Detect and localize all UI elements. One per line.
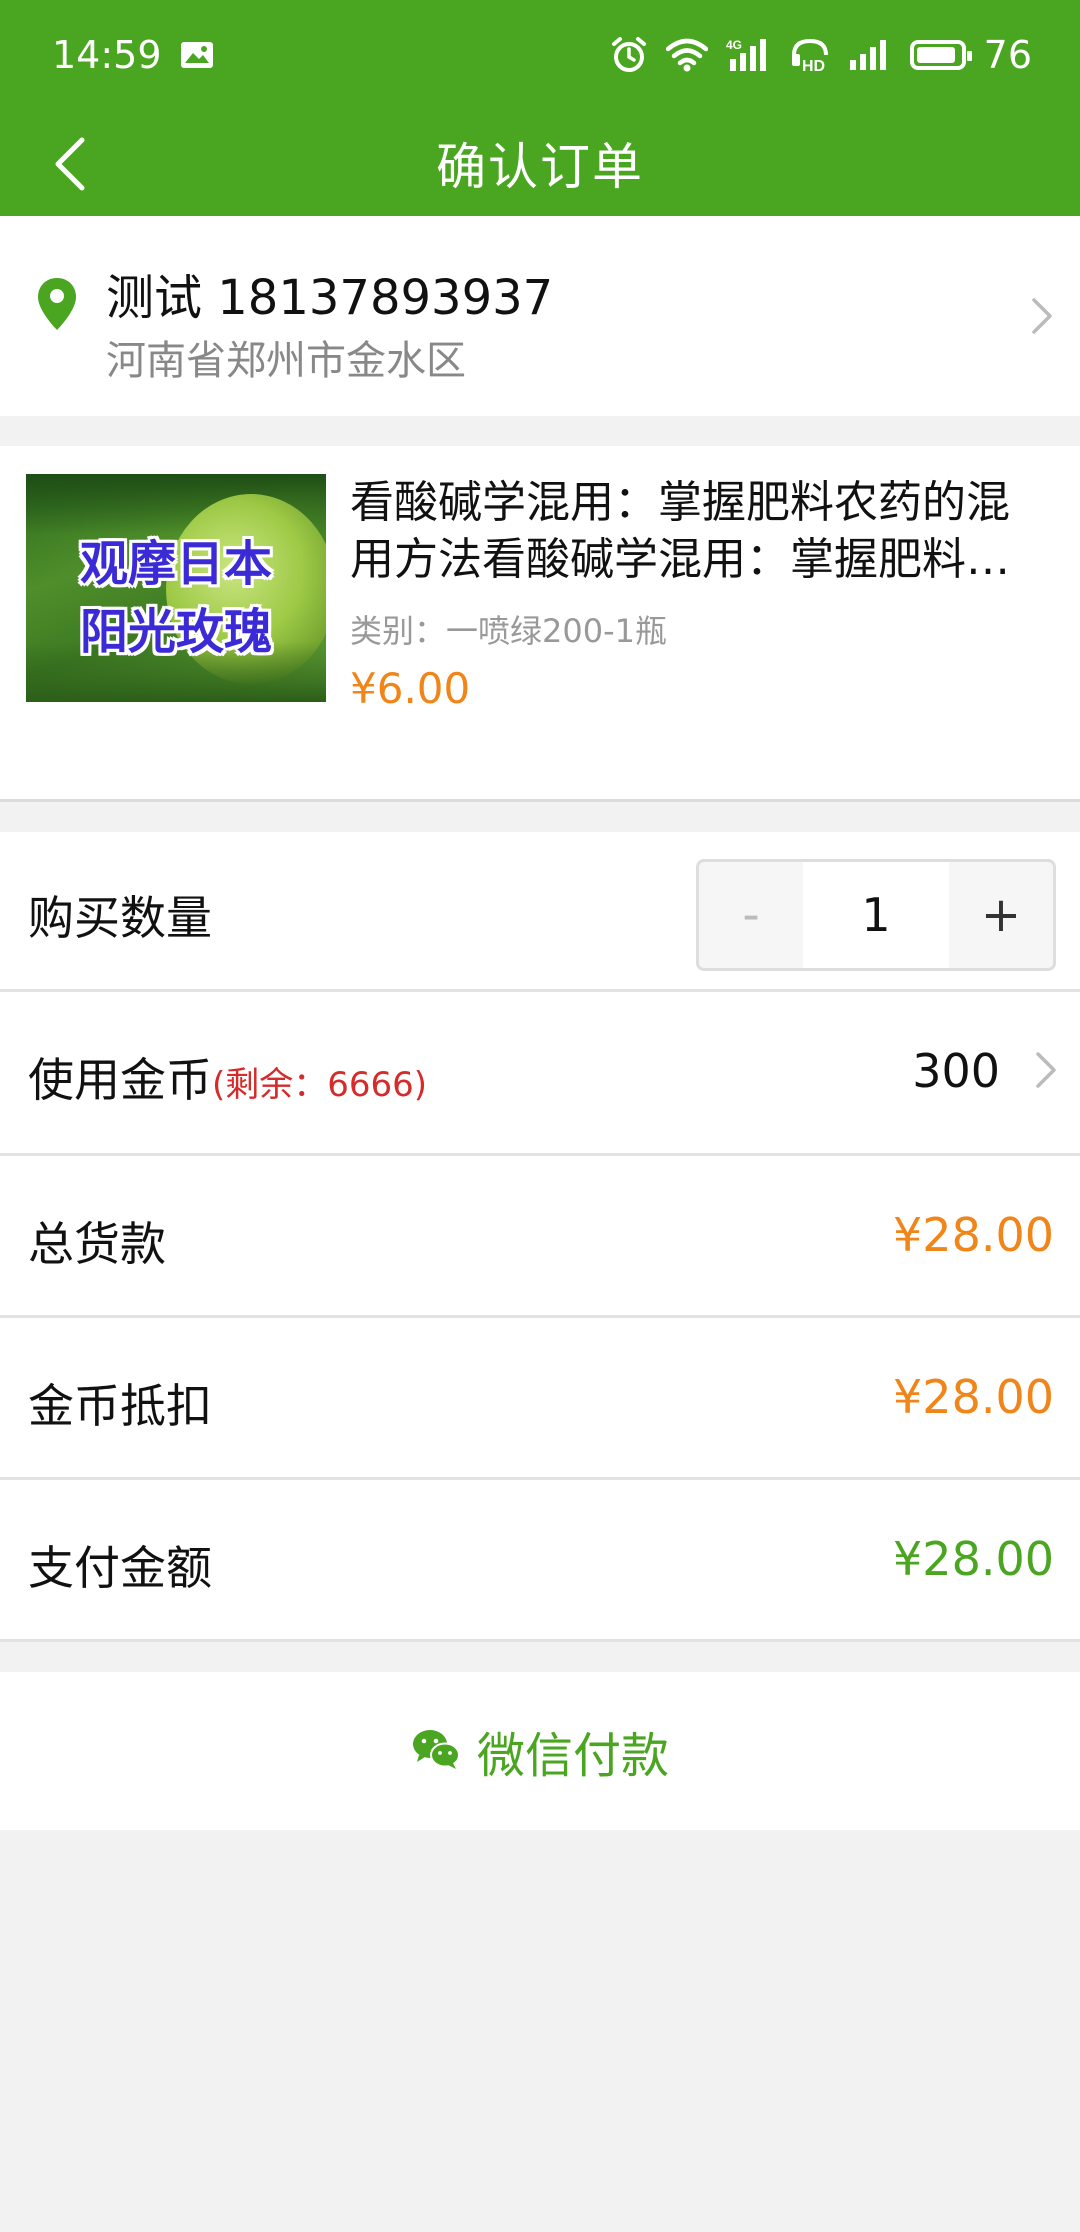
recipient-address: 河南省郑州市金水区 — [106, 338, 466, 384]
chevron-right-icon — [1030, 296, 1054, 340]
quantity-label: 购买数量 — [28, 891, 212, 945]
total-value: ¥28.00 — [893, 1208, 1054, 1262]
product-image-text: 阳光玫瑰 — [79, 604, 272, 660]
quantity-row: 购买数量 - 1 + — [0, 832, 1080, 992]
coins-value: 300 — [912, 1044, 1000, 1098]
image-notification-icon — [180, 41, 214, 69]
alarm-icon — [610, 36, 648, 74]
chevron-right-icon — [1034, 1050, 1058, 1094]
coins-remaining: (剩余：6666) — [212, 1065, 428, 1105]
quantity-input[interactable]: 1 — [803, 862, 949, 968]
product-image: 观摩日本 阳光玫瑰 — [26, 474, 326, 702]
discount-value: ¥28.00 — [893, 1370, 1054, 1424]
payable-value: ¥28.00 — [893, 1532, 1054, 1586]
coins-label-group: 使用金币(剩余：6666) — [28, 1044, 427, 1110]
location-pin-icon — [36, 276, 78, 336]
product-image-text: 观摩日本 — [79, 536, 272, 592]
product-title: 看酸碱学混用：掌握肥料农药的混用方法看酸碱学混用：掌握肥料农药的混用方法 — [350, 477, 1010, 585]
recipient-name-phone: 测试 18137893937 — [106, 270, 554, 326]
nav-bar: 确认订单 — [0, 110, 1080, 216]
coin-discount-row: 金币抵扣 ¥28.00 — [0, 1318, 1080, 1480]
total-amount-row: 总货款 ¥28.00 — [0, 1156, 1080, 1318]
status-bar: 14:59 4G HD 76 — [0, 0, 1080, 110]
address-card[interactable]: 测试 18137893937 河南省郑州市金水区 — [0, 216, 1080, 416]
header: 14:59 4G HD 76 确认订单 — [0, 0, 1080, 216]
product-spec: 类别：一喷绿200-1瓶 — [350, 612, 667, 650]
quantity-stepper: - 1 + — [696, 859, 1056, 971]
coins-row[interactable]: 使用金币(剩余：6666) 300 — [0, 992, 1080, 1156]
page-title: 确认订单 — [436, 138, 644, 196]
battery-icon — [909, 40, 972, 70]
status-time: 14:59 — [52, 33, 162, 77]
discount-label: 金币抵扣 — [28, 1379, 212, 1433]
increase-button[interactable]: + — [949, 862, 1053, 968]
svg-text:4G: 4G — [726, 38, 742, 52]
back-button[interactable] — [30, 124, 110, 204]
chevron-left-icon — [55, 137, 85, 191]
product-card: 观摩日本 阳光玫瑰 看酸碱学混用：掌握肥料农药的混用方法看酸碱学混用：掌握肥料农… — [0, 446, 1080, 802]
wechat-pay-label: 微信付款 — [476, 1728, 669, 1784]
order-confirm-page: 14:59 4G HD 76 确认订单 测试 18137893937 河南省郑州… — [0, 0, 1080, 2232]
decrease-button[interactable]: - — [699, 862, 803, 968]
wifi-icon — [665, 38, 708, 72]
signal-4g-icon: 4G — [726, 37, 772, 73]
payable-label: 支付金额 — [28, 1541, 212, 1595]
payable-amount-row: 支付金额 ¥28.00 — [0, 1480, 1080, 1642]
coins-label: 使用金币 — [28, 1053, 212, 1107]
battery-level: 76 — [983, 33, 1032, 77]
product-price: ¥6.00 — [350, 664, 471, 713]
wechat-icon — [411, 1727, 461, 1775]
signal-strength-icon — [848, 38, 892, 72]
total-label: 总货款 — [28, 1217, 166, 1271]
svg-text:HD: HD — [802, 58, 825, 73]
hd-voice-icon: HD — [790, 37, 830, 73]
wechat-pay-button[interactable]: 微信付款 — [0, 1672, 1080, 1830]
